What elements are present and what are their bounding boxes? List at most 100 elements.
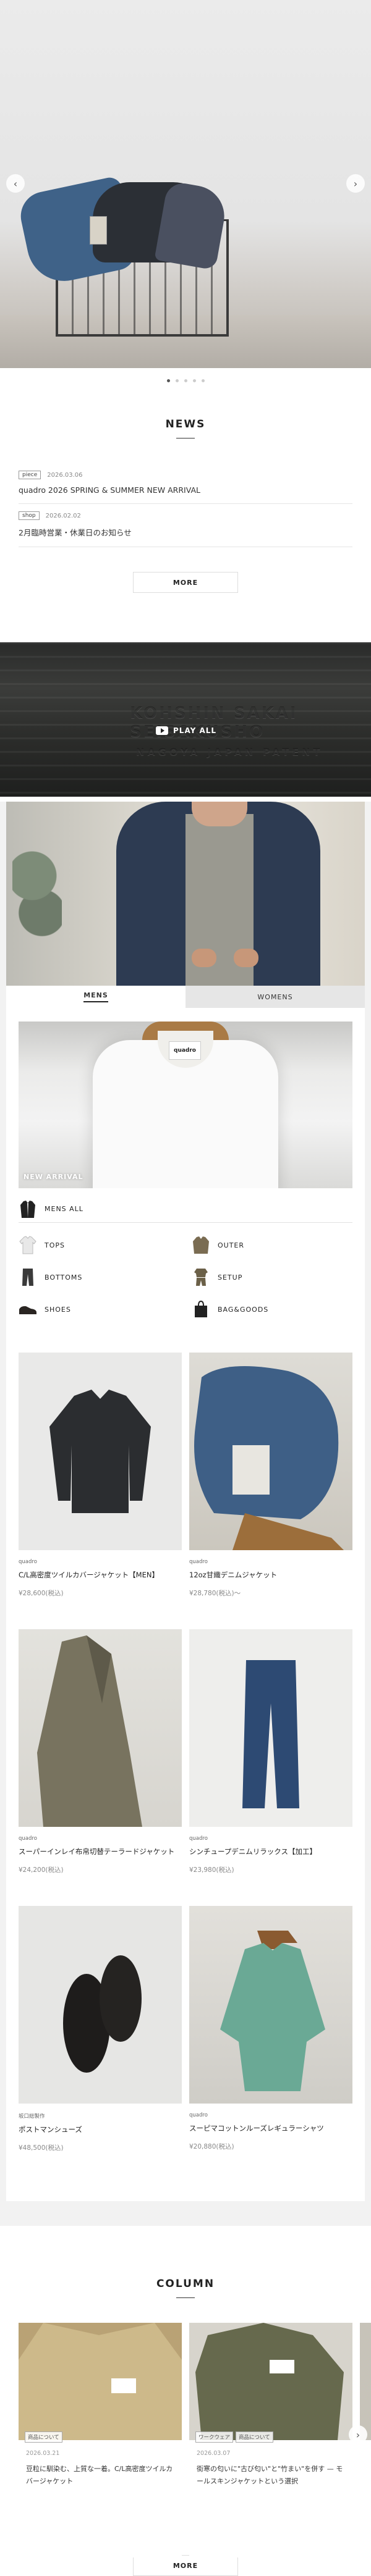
product-brand: quadro [189,1836,208,1842]
pants-icon [19,1268,37,1286]
play-icon [156,726,168,735]
news-list: piece 2026.03.06 quadro 2026 SPRING & SUM… [19,463,352,547]
category-bag-goods[interactable]: BAG&GOODS [192,1293,352,1325]
news-item-title[interactable]: quadro 2026 SPRING & SUMMER NEW ARRIVAL [19,485,352,495]
slider-dot[interactable] [201,379,205,382]
hero-next-arrow-icon[interactable]: › [346,174,365,193]
category-tops[interactable]: TOPS [19,1229,179,1261]
jacket-icon [19,1200,37,1219]
play-all-button[interactable]: PLAY ALL [156,726,216,735]
column-date: 2026.03.07 [197,2450,231,2457]
category-label: SHOES [45,1305,71,1314]
model-hand-image [234,949,258,967]
quadro-label-logo: quadro [169,1041,201,1060]
slider-dot[interactable] [166,379,170,382]
product-brand: 坂口総製作 [19,2113,45,2120]
category-outer[interactable]: OUTER [192,1229,352,1261]
column-image [360,2323,371,2440]
column-tag: 商品について [25,2431,62,2443]
column-image [19,2323,182,2440]
category-label: TOPS [45,1241,65,1249]
news-date: 2026.03.06 [47,471,83,479]
news-item[interactable]: shop 2026.02.02 2月臨時営業・休業日のお知らせ [19,504,352,547]
new-arrival-label: NEW ARRIVAL [23,1173,83,1181]
product-card[interactable]: quadro シンチュープデニムリラックス【加工】 ¥23,980(税込) [189,1629,352,1906]
category-label: SETUP [218,1273,243,1282]
product-brand: quadro [19,1836,37,1842]
product-card[interactable]: quadro スーパーインレイ布帛切替テーラードジャケット ¥24,200(税込… [19,1629,182,1906]
garment-tag-image [90,216,107,245]
video-emboss-subtext: NAGOYA JAPAN PATENT [136,746,323,758]
product-image [189,1906,352,2104]
category-bottoms[interactable]: BOTTOMS [19,1261,179,1293]
category-label: BOTTOMS [45,1273,83,1282]
column-card[interactable]: ワークウェア 商品について 2026.03.07 街寒の匂いに"古び匂い"と"竹ま… [189,2323,352,2557]
product-grid: quadro C/L高密度ツイルカバージャケット【MEN】 ¥28,600(税込… [19,1353,352,2183]
news-category-badge: piece [19,471,41,479]
category-grid: TOPS OUTER BOTTOMS SETUP SHOES BAG&GOODS [19,1229,352,1325]
product-card[interactable]: quadro C/L高密度ツイルカバージャケット【MEN】 ¥28,600(税込… [19,1353,182,1629]
product-image [19,1906,182,2104]
slider-dot[interactable] [184,379,187,382]
play-all-label: PLAY ALL [173,726,217,735]
column-text: 豆粒に馴染む、上質な一着。C/L高密度ツイルカバージャケット [26,2465,173,2485]
mens-all-link[interactable]: MENS ALL [19,1196,352,1223]
bag-icon [192,1300,210,1319]
category-label: BAG&GOODS [218,1305,269,1314]
product-price: ¥28,780(税込)～ [189,1590,241,1598]
shoes-icon [19,1300,37,1319]
column-title-divider [176,2297,195,2298]
model-neck-image [192,802,247,826]
product-image [19,1353,182,1550]
gender-tabs: MENS WOMENS [6,986,365,1008]
plant-image [12,826,62,950]
product-name: シンチュープデニムリラックス【加工】 [189,1847,317,1856]
product-price: ¥23,980(税込) [189,1866,234,1874]
model-hand-image [192,949,216,967]
hero-prev-arrow-icon[interactable]: ‹ [6,174,25,193]
news-date: 2026.02.02 [45,512,81,519]
column-title: COLUMN [156,2278,215,2290]
column-tag: ワークウェア [195,2431,234,2443]
product-image [189,1353,352,1550]
column-more-button[interactable]: MORE [133,2555,238,2576]
tab-womens[interactable]: WOMENS [186,986,365,1008]
slider-dots [0,379,371,382]
product-card[interactable]: quadro スーピマコットンルーズレギュラーシャツ ¥20,880(税込) [189,1906,352,2183]
catalog-hero-image [6,802,365,986]
tab-mens[interactable]: MENS [6,986,186,1008]
catalog-section: MENS WOMENS quadro NEW ARRIVAL MENS ALL … [0,802,371,2226]
column-text: 街寒の匂いに"古び匂い"と"竹まい"を併す — モールスキンジャケットという選択 [197,2465,343,2485]
column-next-arrow-icon[interactable]: › [349,2425,367,2444]
product-image [189,1629,352,1827]
column-card[interactable]: 商品について 2026.03.21 豆粒に馴染む、上質な一着。C/L高密度ツイル… [19,2323,182,2557]
product-name: 12oz甘織デニムジャケット [189,1571,278,1579]
product-brand: quadro [189,2112,208,2118]
slider-dot[interactable] [192,379,196,382]
product-price: ¥24,200(税込) [19,1866,64,1874]
column-carousel[interactable]: 商品について 2026.03.21 豆粒に馴染む、上質な一着。C/L高密度ツイル… [0,2323,371,2557]
product-price: ¥48,500(税込) [19,2144,64,2152]
product-name: C/L高密度ツイルカバージャケット【MEN】 [19,1571,159,1579]
category-setup[interactable]: SETUP [192,1261,352,1293]
video-banner[interactable]: KOHSHIN SAKAI SEISAKUSHO NAGOYA JAPAN PA… [0,642,371,797]
news-item[interactable]: piece 2026.03.06 quadro 2026 SPRING & SUM… [19,463,352,504]
slider-dot[interactable] [175,379,179,382]
category-shoes[interactable]: SHOES [19,1293,179,1325]
product-card[interactable]: 坂口総製作 ポストマンシューズ ¥48,500(税込) [19,1906,182,2183]
video-emboss-text: KOHSHIN SAKAI SEISAKUSHO [130,704,298,741]
column-tag: 商品について [236,2431,273,2443]
tab-womens-label: WOMENS [257,992,293,1001]
column-image [189,2323,352,2440]
news-item-title[interactable]: 2月臨時営業・休業日のお知らせ [19,526,352,538]
new-arrival-banner[interactable]: quadro NEW ARRIVAL [19,1022,352,1188]
column-date: 2026.03.21 [26,2450,60,2457]
product-card[interactable]: quadro 12oz甘織デニムジャケット ¥28,780(税込)～ [189,1353,352,1629]
news-more-button[interactable]: MORE [133,572,238,593]
product-price: ¥28,600(税込) [19,1590,64,1598]
mens-all-label: MENS ALL [45,1205,83,1213]
tab-mens-label: MENS [83,991,108,1002]
shirt-icon [19,1236,37,1254]
hero-slider[interactable]: ‹ › [0,0,371,368]
catalog-panel: MENS WOMENS quadro NEW ARRIVAL MENS ALL … [6,986,365,2201]
